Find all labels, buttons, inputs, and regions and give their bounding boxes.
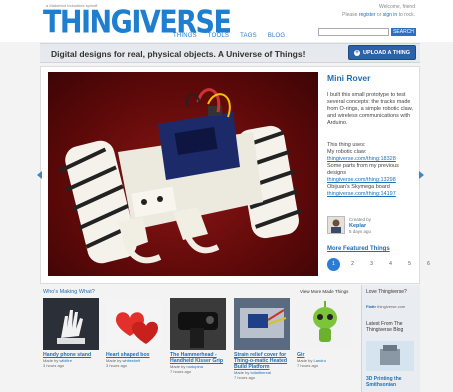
page-2-button[interactable]: 2: [346, 258, 359, 271]
featured-thing-image[interactable]: [48, 72, 318, 276]
account-links: Please register or sign in to rock.: [342, 12, 415, 18]
made-card-title[interactable]: Strain relief cover for Thing-o-matic He…: [234, 352, 290, 370]
uses-3-link[interactable]: thingiverse.com/thing:14197: [327, 191, 417, 198]
nav-blog[interactable]: BLOG: [268, 33, 285, 39]
page-1-button[interactable]: 1: [327, 258, 340, 271]
search-button[interactable]: SEARCH: [391, 28, 416, 36]
blog-post-image[interactable]: [366, 341, 414, 371]
view-more-made-link[interactable]: View More Made Things: [300, 289, 348, 294]
whos-making-heading[interactable]: Who's Making What?: [43, 289, 95, 295]
made-thumb[interactable]: [234, 298, 290, 350]
page-5-button[interactable]: 5: [403, 258, 416, 271]
next-arrow-icon[interactable]: [419, 171, 424, 179]
made-card[interactable]: The Hammerhead - Handheld Kisser Grip Ma…: [170, 298, 226, 374]
sign-in-link[interactable]: sign in: [383, 12, 397, 18]
avatar-image: [328, 217, 344, 233]
featured-thing-title[interactable]: Mini Rover: [327, 73, 370, 83]
flattr-icon[interactable]: Flattr: [366, 304, 376, 309]
sidebar-link-text: thingiverse.com: [377, 304, 406, 309]
made-card-ago: 7 hours ago: [170, 369, 192, 374]
tagline: Digital designs for real, physical objec…: [51, 49, 306, 59]
account-or: or: [376, 12, 382, 18]
made-thumb[interactable]: [297, 298, 353, 350]
gir-figure-photo: [297, 298, 353, 350]
register-link[interactable]: register: [359, 12, 376, 18]
nav-tags[interactable]: TAGS: [240, 33, 257, 39]
heart-box-photo: [106, 298, 162, 350]
love-thingiverse-heading: Love Thingiverse?: [366, 289, 407, 295]
page-4-button[interactable]: 4: [384, 258, 397, 271]
created-ago: 5 days ago: [349, 229, 372, 234]
upload-thing-button[interactable]: + UPLOAD A THING: [348, 45, 416, 60]
made-card-ago: 7 hours ago: [234, 375, 256, 380]
uses-1-link[interactable]: thingiverse.com/thing:18328: [327, 156, 417, 163]
hand-phone-stand-photo: [43, 298, 99, 350]
made-thumb[interactable]: [170, 298, 226, 350]
strain-relief-photo: [234, 298, 290, 350]
uses-2-label: Some parts from my previous designs: [327, 163, 399, 176]
nav-tools[interactable]: TOOLS: [208, 33, 229, 39]
made-card[interactable]: Handy phone stand Made by wildfire 3 hou…: [43, 298, 99, 368]
more-featured-link[interactable]: More Featured Things: [327, 246, 390, 252]
featured-thing-uses: This thing uses: My robotic claw: thingi…: [327, 142, 417, 198]
sidebar-link[interactable]: Flattr thingiverse.com: [366, 304, 405, 309]
made-card[interactable]: Strain relief cover for Thing-o-matic He…: [234, 298, 290, 380]
creator-avatar[interactable]: [327, 216, 345, 234]
main-nav: THINGS TOOLS TAGS BLOG: [173, 33, 285, 39]
made-thumb[interactable]: [106, 298, 162, 350]
blog-photo: [366, 341, 414, 371]
featured-thing-description: I built this small prototype to test sev…: [327, 92, 413, 126]
uses-heading: This thing uses:: [327, 142, 366, 148]
made-thumb[interactable]: [43, 298, 99, 350]
mini-rover-photo: [58, 88, 303, 264]
search-input[interactable]: [318, 28, 389, 36]
featured-pager: 1 2 3 4 5 6: [327, 258, 435, 271]
upload-label: UPLOAD A THING: [363, 49, 410, 56]
made-card-title[interactable]: The Hammerhead - Handheld Kisser Grip: [170, 352, 226, 364]
uses-3-label: Obijuan's Skymega board: [327, 184, 390, 190]
plus-icon: +: [354, 49, 361, 56]
welcome-text: Welcome, friend: [378, 4, 415, 10]
previous-arrow-icon[interactable]: [37, 171, 42, 179]
page-6-button[interactable]: 6: [422, 258, 435, 271]
kisser-grip-photo: [170, 298, 226, 350]
made-card[interactable]: Gir Made by Landru 7 hours ago: [297, 298, 353, 368]
made-card[interactable]: Heart shaped box Made by whiteshelf 3 ho…: [106, 298, 162, 368]
made-card-ago: 7 hours ago: [297, 363, 319, 368]
site-header: a Makerbot Industries spinoff THINGIVERS…: [0, 0, 453, 42]
uses-1-label: My robotic claw:: [327, 149, 367, 155]
made-card-ago: 3 hours ago: [43, 363, 65, 368]
made-card-ago: 3 hours ago: [106, 363, 128, 368]
created-by-label: Created by: [349, 217, 372, 222]
nav-things[interactable]: THINGS: [173, 33, 197, 39]
uses-2-link[interactable]: thingiverse.com/thing:13298: [327, 177, 417, 184]
blog-post-title[interactable]: 3D Printing the Smithsonian: [366, 376, 416, 388]
account-suffix: to rock.: [398, 12, 415, 18]
latest-blog-heading: Latest From The Thingiverse Blog: [366, 321, 404, 333]
account-prefix: Please: [342, 12, 358, 18]
page-3-button[interactable]: 3: [365, 258, 378, 271]
